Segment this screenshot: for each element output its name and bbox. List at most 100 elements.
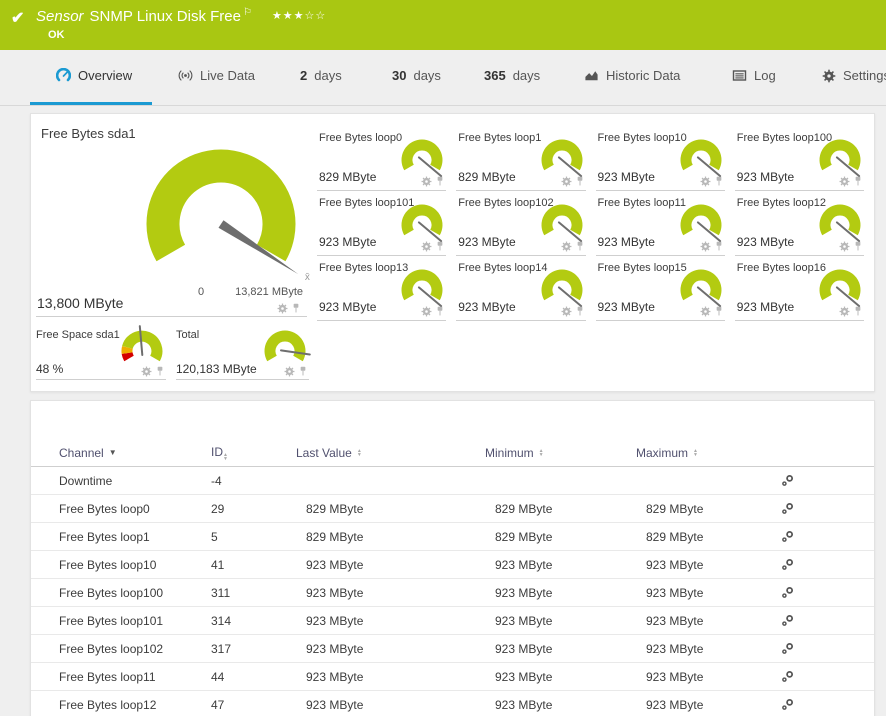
gear-icon[interactable] — [700, 306, 711, 317]
channel-gauge-tile[interactable]: Free Bytes loop16 923 MByte — [735, 256, 864, 321]
table-row: Free Bytes loop1144923 MByte923 MByte923… — [31, 663, 874, 691]
pin-icon[interactable] — [299, 366, 307, 377]
tile-title: Free Bytes loop16 — [737, 262, 826, 274]
primary-gauge-panel[interactable]: Free Bytes sda1 x̄ 0 13,821 MByte 13,800… — [31, 114, 317, 319]
gear-icon[interactable] — [284, 366, 295, 377]
column-header-maximum[interactable]: Maximum▲▼ — [636, 446, 781, 460]
channel-edit-icon[interactable] — [781, 502, 794, 515]
channel-gauge-tile[interactable]: Free Bytes loop10 923 MByte — [596, 126, 725, 191]
cell-last-value: 923 MByte — [296, 558, 485, 572]
gear-icon[interactable] — [561, 241, 572, 252]
tile-actions — [839, 306, 862, 317]
channel-edit-icon[interactable] — [781, 698, 794, 711]
status-badge: OK — [48, 29, 65, 41]
channel-gauge-tile[interactable]: Free Bytes loop14 923 MByte — [456, 256, 585, 321]
status-gauge-tile[interactable]: Total120,183 MByte — [176, 329, 309, 380]
priority-stars[interactable]: ★★★☆☆ — [272, 10, 326, 22]
table-row: Free Bytes loop15829 MByte829 MByte829 M… — [31, 523, 874, 551]
pin-icon[interactable] — [576, 176, 584, 187]
gear-icon[interactable] — [839, 241, 850, 252]
tab-label: days — [513, 68, 540, 83]
page-title: SNMP Linux Disk Free — [90, 8, 241, 25]
tab-prefix: 30 — [392, 68, 406, 83]
pin-icon[interactable] — [436, 241, 444, 252]
flag-icon[interactable]: ⚐ — [243, 7, 252, 18]
channel-edit-icon[interactable] — [781, 530, 794, 543]
tab-settings[interactable]: Settings — [822, 68, 886, 83]
tile-value: 120,183 MByte — [176, 362, 257, 376]
channel-gauge-tile[interactable]: Free Bytes loop0 829 MByte — [317, 126, 446, 191]
tile-title: Free Bytes loop12 — [737, 197, 826, 209]
pin-icon[interactable] — [576, 306, 584, 317]
gear-icon[interactable] — [561, 306, 572, 317]
channel-gauge-tile[interactable]: Free Bytes loop12 923 MByte — [735, 191, 864, 256]
pin-icon[interactable] — [156, 366, 164, 377]
channel-gauge-tile[interactable]: Free Bytes loop15 923 MByte — [596, 256, 725, 321]
gear-icon[interactable] — [839, 306, 850, 317]
column-label: Minimum — [485, 446, 534, 460]
column-header-id[interactable]: ID▲▼ — [211, 445, 296, 461]
table-row: Free Bytes loop101314923 MByte923 MByte9… — [31, 607, 874, 635]
channel-edit-icon[interactable] — [781, 670, 794, 683]
tab-days-30[interactable]: 30days — [392, 68, 441, 83]
channel-gauge-tile[interactable]: Free Bytes loop13 923 MByte — [317, 256, 446, 321]
cell-id: -4 — [211, 474, 296, 488]
tab-days-2[interactable]: 2 days — [300, 68, 342, 83]
cell-id: 44 — [211, 670, 296, 684]
column-header-last-value[interactable]: Last Value▲▼ — [296, 446, 485, 460]
cell-channel: Free Bytes loop11 — [59, 670, 211, 684]
gear-icon[interactable] — [277, 303, 288, 314]
channel-gauge-tile[interactable]: Free Bytes loop101 923 MByte — [317, 191, 446, 256]
pin-icon[interactable] — [854, 176, 862, 187]
gear-icon[interactable] — [700, 176, 711, 187]
tab-days-365[interactable]: 365days — [484, 68, 540, 83]
status-gauge-tile[interactable]: Free Space sda148 % — [36, 329, 166, 380]
channel-edit-icon[interactable] — [781, 586, 794, 599]
tab-overview[interactable]: Overview — [56, 68, 132, 83]
cell-id: 41 — [211, 558, 296, 572]
gear-icon[interactable] — [141, 366, 152, 377]
pin-icon[interactable] — [436, 306, 444, 317]
pin-icon[interactable] — [715, 241, 723, 252]
gear-icon[interactable] — [700, 241, 711, 252]
channel-gauge-tile[interactable]: Free Bytes loop1 829 MByte — [456, 126, 585, 191]
channel-edit-icon[interactable] — [781, 474, 794, 487]
live-icon — [178, 68, 193, 83]
channel-edit-icon[interactable] — [781, 558, 794, 571]
gear-icon[interactable] — [839, 176, 850, 187]
tab-prefix: 2 — [300, 68, 307, 83]
channel-edit-icon[interactable] — [781, 642, 794, 655]
tab-label: Historic Data — [606, 68, 680, 83]
cell-channel: Free Bytes loop102 — [59, 642, 211, 656]
gear-icon[interactable] — [421, 176, 432, 187]
pin-icon[interactable] — [715, 176, 723, 187]
channel-gauge-tile[interactable]: Free Bytes loop100 923 MByte — [735, 126, 864, 191]
tab-historic-data[interactable]: Historic Data — [584, 68, 680, 83]
cell-minimum: 829 MByte — [485, 502, 636, 516]
pin-icon[interactable] — [576, 241, 584, 252]
column-header-channel[interactable]: Channel▼ — [59, 446, 211, 460]
cell-minimum: 923 MByte — [485, 670, 636, 684]
pin-icon[interactable] — [436, 176, 444, 187]
tile-title: Free Bytes loop10 — [598, 132, 687, 144]
cell-last-value: 923 MByte — [296, 670, 485, 684]
tab-log[interactable]: Log — [732, 68, 776, 83]
sensor-status-header: ✔ SensorSNMP Linux Disk Free⚐★★★☆☆ OK — [0, 0, 886, 50]
cell-maximum: 923 MByte — [636, 670, 781, 684]
tab-label: days — [314, 68, 341, 83]
channel-gauge-tile[interactable]: Free Bytes loop11 923 MByte — [596, 191, 725, 256]
gear-icon[interactable] — [421, 241, 432, 252]
tile-actions — [700, 241, 723, 252]
channel-gauge-tile[interactable]: Free Bytes loop102 923 MByte — [456, 191, 585, 256]
gear-icon[interactable] — [561, 176, 572, 187]
gear-icon[interactable] — [421, 306, 432, 317]
cell-minimum: 923 MByte — [485, 586, 636, 600]
pin-icon[interactable] — [292, 303, 300, 314]
pin-icon[interactable] — [854, 306, 862, 317]
pin-icon[interactable] — [715, 306, 723, 317]
pin-icon[interactable] — [854, 241, 862, 252]
channel-edit-icon[interactable] — [781, 614, 794, 627]
cell-last-value: 923 MByte — [296, 698, 485, 712]
column-header-minimum[interactable]: Minimum▲▼ — [485, 446, 636, 460]
tab-live-data[interactable]: Live Data — [178, 68, 255, 83]
